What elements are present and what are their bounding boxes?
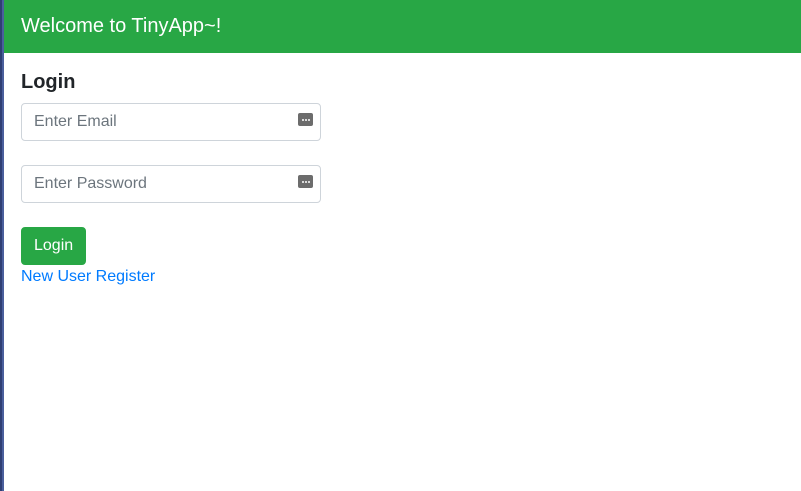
email-field-wrapper bbox=[21, 103, 321, 141]
password-field-wrapper bbox=[21, 165, 321, 203]
register-link[interactable]: New User Register bbox=[21, 267, 155, 287]
password-manager-key-icon[interactable] bbox=[298, 175, 313, 188]
window-left-edge bbox=[0, 0, 4, 491]
login-form: Login Login New User Register bbox=[21, 69, 421, 287]
login-heading: Login bbox=[21, 71, 76, 93]
password-input[interactable] bbox=[21, 165, 321, 203]
login-button[interactable]: Login bbox=[21, 227, 87, 265]
app-brand-title[interactable]: Welcome to TinyApp~! bbox=[21, 15, 221, 38]
top-navbar: Welcome to TinyApp~! bbox=[4, 0, 801, 53]
password-manager-key-icon[interactable] bbox=[298, 113, 313, 126]
email-input[interactable] bbox=[21, 103, 321, 141]
